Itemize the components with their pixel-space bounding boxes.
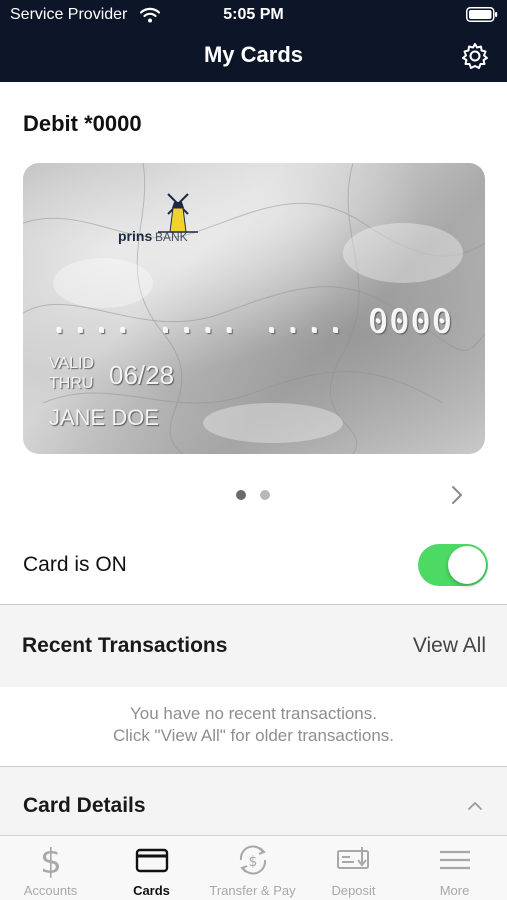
bottom-tab-bar: $ Accounts Cards $ Transfer & Pay Deposi… — [0, 835, 507, 900]
page-title: My Cards — [203, 42, 304, 67]
chevron-right-icon[interactable] — [449, 484, 465, 506]
dollar-icon: $ — [40, 842, 62, 878]
page-dot-inactive[interactable] — [260, 490, 270, 500]
tab-transfer-pay[interactable]: $ Transfer & Pay — [202, 836, 303, 900]
card-status-label: Card is ON — [23, 553, 127, 576]
card-details-title: Card Details — [23, 794, 146, 817]
tab-label: Accounts — [23, 883, 78, 898]
tab-accounts[interactable]: $ Accounts — [0, 836, 101, 900]
svg-text:$: $ — [40, 842, 62, 878]
empty-message-line1: You have no recent transactions. — [130, 704, 377, 723]
battery-icon — [466, 7, 498, 22]
tab-more[interactable]: More — [404, 836, 505, 900]
card-number: .... .... .... 0000 — [50, 303, 455, 341]
valid-thru-line1: VALID — [49, 355, 95, 372]
page-dot-active[interactable] — [236, 490, 246, 500]
tab-label: Transfer & Pay — [209, 883, 296, 898]
tab-label: Cards — [133, 883, 170, 898]
transfer-icon: $ — [239, 845, 267, 875]
top-header: Service Provider 5:05 PM My Cards — [0, 0, 507, 82]
card-expiry: 06/28 — [109, 360, 175, 390]
tab-cards[interactable]: Cards — [101, 836, 202, 900]
card-page-indicator[interactable] — [236, 490, 276, 500]
menu-icon — [440, 850, 470, 870]
svg-text:prins: prins — [118, 228, 152, 244]
chevron-up-icon[interactable] — [467, 800, 483, 812]
recent-transactions-title: Recent Transactions — [22, 634, 228, 657]
svg-text:$: $ — [249, 854, 258, 870]
status-time: 5:05 PM — [223, 6, 284, 23]
card-details-header[interactable]: Card Details — [0, 767, 507, 835]
toggle-knob — [448, 546, 486, 584]
tab-deposit[interactable]: Deposit — [303, 836, 404, 900]
valid-thru-line2: THRU — [49, 375, 94, 392]
empty-transactions-message: You have no recent transactions. Click "… — [0, 703, 507, 747]
bank-logo-image: prins BANK — [118, 193, 198, 244]
valid-thru-label: VALID THRU — [49, 354, 109, 394]
tab-label: Deposit — [331, 883, 376, 898]
card-title: Debit *0000 — [23, 111, 142, 136]
recent-transactions-header: Recent Transactions View All — [0, 605, 507, 687]
card-on-toggle[interactable] — [418, 544, 488, 586]
view-all-link[interactable]: View All — [413, 634, 486, 658]
gear-icon[interactable] — [460, 41, 490, 71]
check-deposit-icon — [337, 847, 369, 869]
svg-text:BANK: BANK — [155, 230, 188, 244]
card-holder-name: JANE DOE — [49, 405, 160, 430]
empty-message-line2: Click "View All" for older transactions. — [112, 726, 395, 745]
debit-card-image[interactable]: prins BANK .... .... .... 0000 VALID THR… — [23, 163, 485, 454]
card-icon — [135, 848, 169, 873]
tab-label: More — [439, 883, 470, 898]
